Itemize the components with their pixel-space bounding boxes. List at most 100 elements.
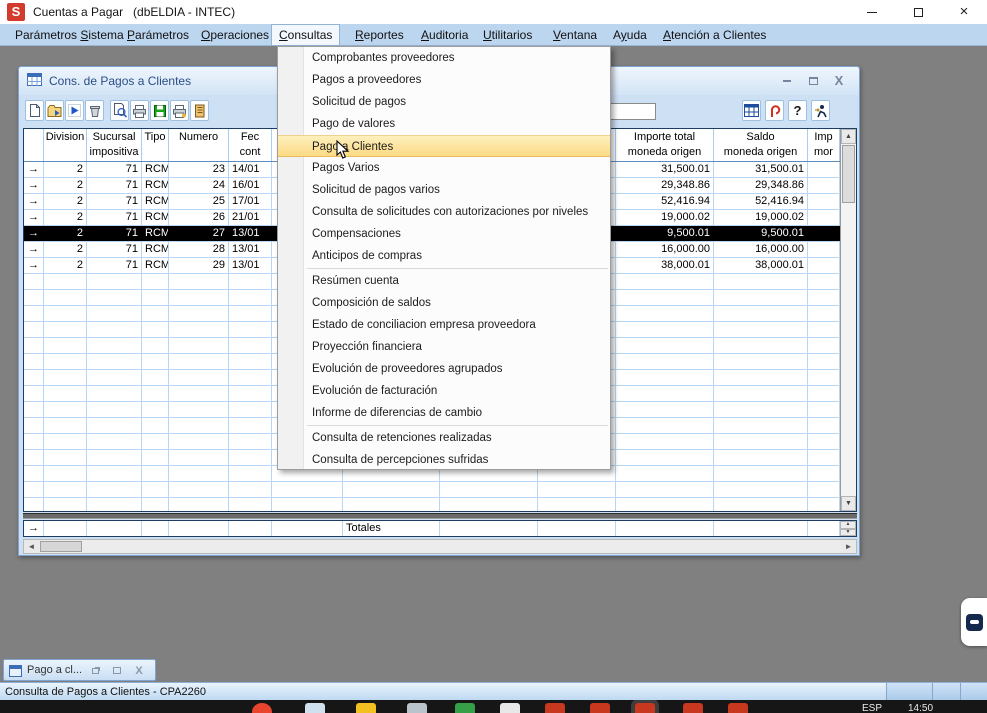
run-icon-button[interactable] <box>65 100 84 121</box>
menu-item-13[interactable]: Proyección financiera <box>278 336 610 358</box>
hscroll-thumb[interactable] <box>40 541 82 552</box>
menu-item-11[interactable]: Composición de saldos <box>278 292 610 314</box>
menu-item-14[interactable]: Evolución de proveedores agrupados <box>278 358 610 380</box>
menu-item-16[interactable]: Informe de diferencias de cambio <box>278 402 610 424</box>
spinner-down-icon[interactable]: ▼ <box>840 529 856 537</box>
horizontal-scrollbar[interactable]: ◄ ► <box>23 539 857 554</box>
close-button[interactable]: × <box>941 0 987 24</box>
maximize-button[interactable] <box>895 0 941 24</box>
taskbar-app-icon[interactable] <box>728 703 748 713</box>
taskbar-app-icon[interactable] <box>356 703 376 713</box>
taskbar-app-icon[interactable] <box>252 703 272 713</box>
cell: RCM <box>142 162 169 177</box>
taskbar-app-icon[interactable] <box>590 703 610 713</box>
taskbar-app-icon[interactable] <box>407 703 427 713</box>
cell <box>44 498 87 512</box>
grid-icon-button[interactable] <box>742 100 761 121</box>
menu-item-9[interactable]: Anticipos de compras <box>278 245 610 267</box>
menu-item-label: Evolución de facturación <box>312 385 437 397</box>
scroll-left-icon[interactable]: ◄ <box>24 540 39 553</box>
menu-item-4[interactable]: Pago a Clientes <box>278 135 610 157</box>
taskbar-app-icon[interactable] <box>683 703 703 713</box>
minimize-button[interactable] <box>849 0 895 24</box>
menu-item-17[interactable]: Consulta de retenciones realizadas <box>278 427 610 449</box>
cell <box>87 498 142 512</box>
menubar-item-8[interactable]: Ayuda <box>606 25 654 45</box>
cell: 19,000.02 <box>714 210 808 225</box>
menu-item-2[interactable]: Solicitud de pagos <box>278 91 610 113</box>
column-header-2: Sucursalimpositiva <box>87 129 142 161</box>
taskbar-app-icon[interactable] <box>305 703 325 713</box>
menubar-item-0[interactable]: Parámetros Sistema <box>8 25 131 45</box>
menubar-item-3[interactable]: Consultas <box>272 25 339 45</box>
menu-item-6[interactable]: Solicitud de pagos varios <box>278 179 610 201</box>
cell <box>142 274 169 289</box>
scroll-right-icon[interactable]: ► <box>841 540 856 553</box>
column-header-1: Division <box>44 129 87 161</box>
taskbar-app-icon-active[interactable] <box>635 703 655 713</box>
scroll-thumb[interactable] <box>842 145 855 203</box>
cell <box>142 466 169 481</box>
minimized-close-button[interactable]: X <box>131 664 147 677</box>
cell <box>616 274 714 289</box>
menu-item-10[interactable]: Resúmen cuenta <box>278 270 610 292</box>
child-close-button[interactable]: X <box>829 73 849 88</box>
menu-item-8[interactable]: Compensaciones <box>278 223 610 245</box>
menu-item-15[interactable]: Evolución de facturación <box>278 380 610 402</box>
notes-icon-button[interactable] <box>190 100 209 121</box>
menu-item-3[interactable]: Pago de valores <box>278 113 610 135</box>
cell <box>616 466 714 481</box>
menubar-item-7[interactable]: Ventana <box>546 25 604 45</box>
delete-icon-button[interactable] <box>85 100 104 121</box>
edit-icon-button[interactable] <box>45 100 64 121</box>
tray-clock[interactable]: 14:50 <box>908 703 933 713</box>
menu-item-5[interactable]: Pagos Varios <box>278 157 610 179</box>
exit-icon-button[interactable] <box>811 100 830 121</box>
menubar-item-1[interactable]: Parámetros <box>120 25 196 45</box>
vertical-scrollbar[interactable]: ▲ ▼ <box>840 129 856 511</box>
cell <box>142 402 169 417</box>
cell <box>229 466 272 481</box>
preview-icon-button[interactable] <box>110 100 129 121</box>
menubar-item-4[interactable]: Reportes <box>348 25 411 45</box>
table-row-empty[interactable] <box>24 482 856 498</box>
menu-item-1[interactable]: Pagos a proveedores <box>278 69 610 91</box>
menubar-item-9[interactable]: Atención a Clientes <box>656 25 773 45</box>
help-icon-button[interactable]: ? <box>788 100 807 121</box>
spinner-up-icon[interactable]: ▲ <box>840 521 856 529</box>
new-icon-button[interactable] <box>25 100 44 121</box>
scroll-down-icon[interactable]: ▼ <box>841 496 856 511</box>
filter-icon-button[interactable] <box>765 100 784 121</box>
remote-control-side-tab[interactable] <box>961 598 987 646</box>
taskbar-app-icon[interactable] <box>455 703 475 713</box>
cell <box>24 418 44 433</box>
menubar-item-6[interactable]: Utilitarios <box>476 25 539 45</box>
taskbar-app-icon[interactable] <box>500 703 520 713</box>
cell: → <box>24 226 44 241</box>
minimized-restore-button[interactable] <box>87 664 103 677</box>
menu-item-7[interactable]: Consulta de solicitudes con autorizacion… <box>278 201 610 223</box>
print-icon-button[interactable] <box>130 100 149 121</box>
totals-spinner[interactable]: ▲▼ <box>840 521 856 536</box>
menubar-item-2[interactable]: Operaciones <box>194 25 276 45</box>
menu-item-18[interactable]: Consulta de percepciones sufridas <box>278 449 610 471</box>
cell: 13/01 <box>229 242 272 257</box>
menu-item-0[interactable]: Comprobantes proveedores <box>278 47 610 69</box>
column-header-label: impositiva <box>87 145 141 160</box>
menubar-item-5[interactable]: Auditoria <box>414 25 475 45</box>
child-minimize-button[interactable] <box>777 73 797 88</box>
menu-item-12[interactable]: Estado de conciliacion empresa proveedor… <box>278 314 610 336</box>
save-icon-button[interactable] <box>150 100 169 121</box>
child-maximize-button[interactable] <box>803 73 823 88</box>
tray-language[interactable]: ESP <box>862 703 882 713</box>
grid-splitter[interactable] <box>23 513 857 519</box>
scroll-up-icon[interactable]: ▲ <box>841 129 856 144</box>
taskbar-app-icon[interactable] <box>545 703 565 713</box>
minimized-maximize-button[interactable] <box>109 664 125 677</box>
minimized-child-window[interactable]: Pago a cl... X <box>3 659 156 681</box>
cell <box>714 290 808 305</box>
cell <box>229 274 272 289</box>
table-row-empty[interactable] <box>24 498 856 512</box>
cell <box>44 290 87 305</box>
export-icon-button[interactable] <box>170 100 189 121</box>
